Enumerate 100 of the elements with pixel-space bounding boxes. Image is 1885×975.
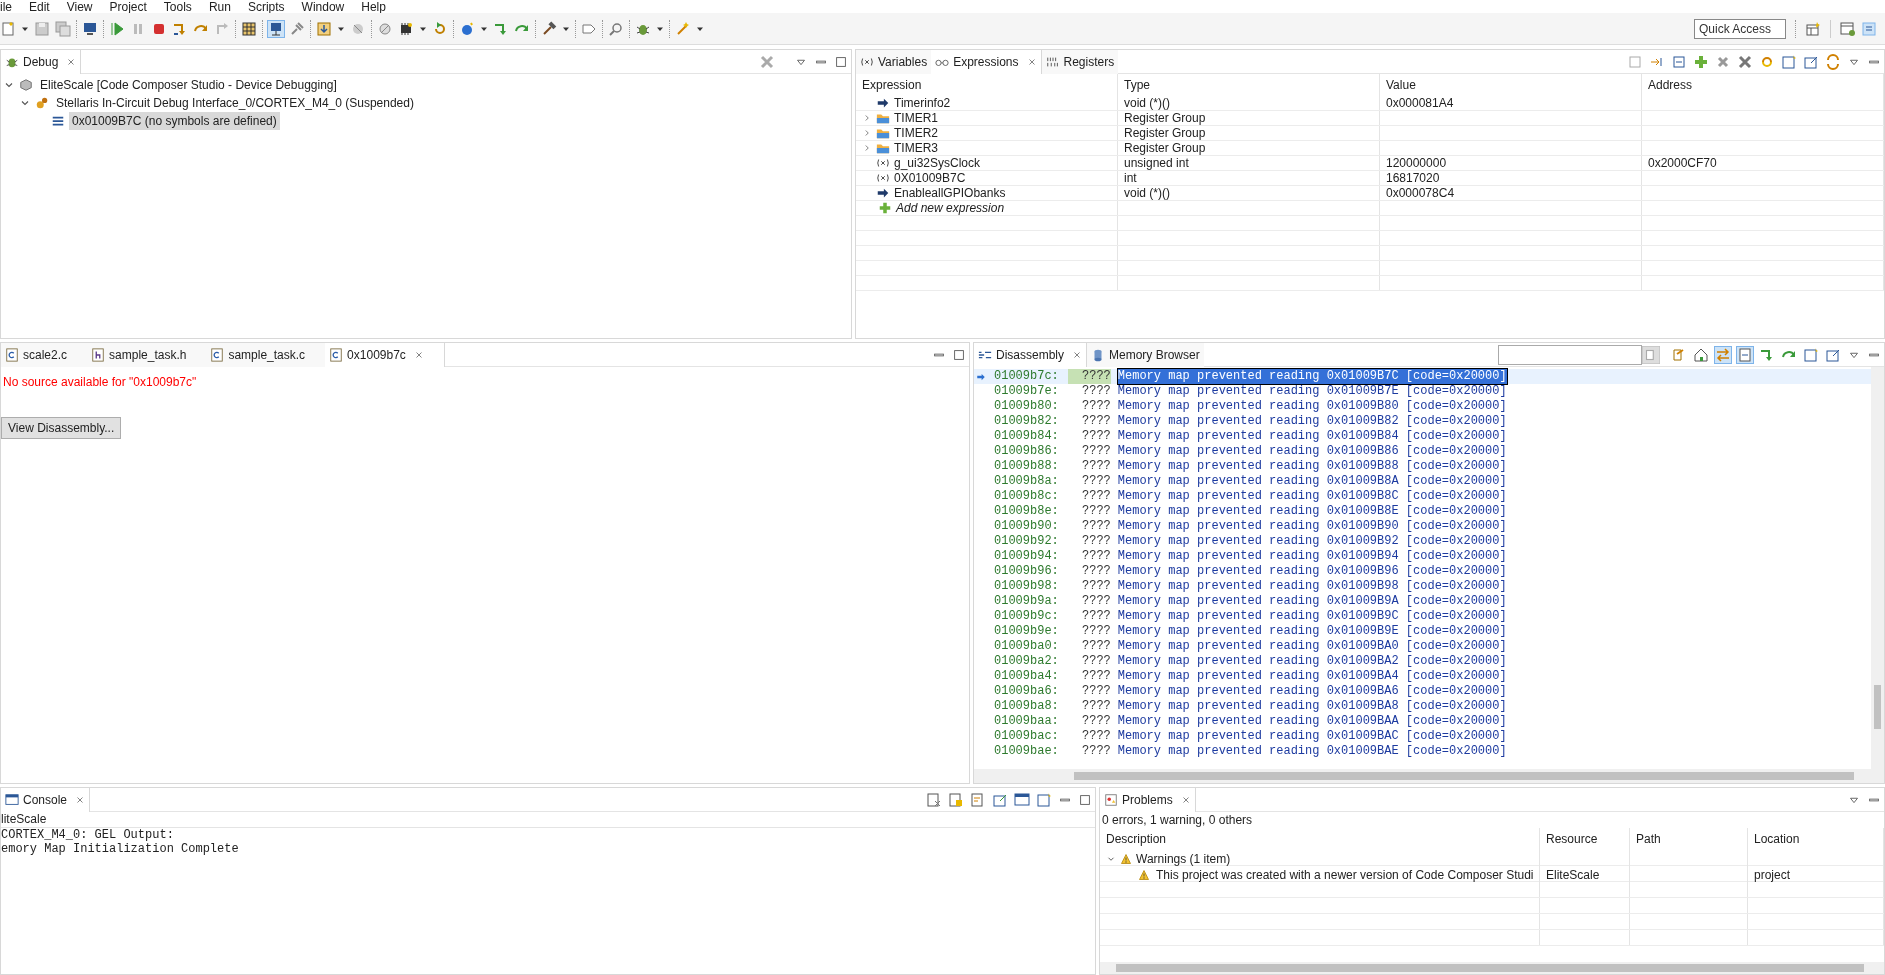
connect-icon[interactable] (268, 20, 284, 37)
column-header[interactable]: Resource (1540, 828, 1630, 850)
menu-item[interactable]: Project (109, 1, 147, 13)
scroll-lock-icon[interactable] (948, 791, 964, 808)
new-console-icon[interactable] (1036, 791, 1052, 808)
vertical-scrollbar[interactable] (1871, 367, 1884, 769)
close-icon[interactable] (1180, 794, 1191, 805)
remove-all-icon[interactable] (1737, 53, 1753, 70)
home-icon[interactable] (1693, 346, 1709, 363)
add-icon[interactable] (1693, 53, 1709, 70)
disassembly-line: Memory map prevented reading 0x01009B94 [code=0x20000] (1117, 549, 1507, 564)
address-label: 01009b8e: (994, 504, 1060, 519)
view-tab[interactable]: Disassembly (974, 343, 1087, 367)
word-wrap-icon[interactable] (970, 791, 986, 808)
sync-icon[interactable] (1825, 53, 1841, 70)
disassembly-line: Memory map prevented reading 0x01009B80 [code=0x20000] (1117, 399, 1507, 414)
grid-icon[interactable] (241, 20, 257, 37)
quick-access-field[interactable]: Quick Access (1694, 18, 1786, 39)
opcode: ???? (1081, 744, 1111, 759)
disassembly-line: Memory map prevented reading 0x01009B96 [code=0x20000] (1117, 564, 1507, 579)
disassembly-line: Memory map prevented reading 0x01009B7E [code=0x20000] (1117, 384, 1507, 399)
column-header[interactable]: Description (1100, 828, 1540, 850)
clear-icon[interactable] (926, 791, 942, 808)
table-cell: 0X01009B7C (894, 171, 966, 185)
new-window-icon[interactable] (1803, 346, 1819, 363)
menu-item[interactable]: Help (361, 1, 386, 13)
resume-icon[interactable] (109, 20, 125, 37)
remove-all-icon[interactable] (759, 53, 775, 70)
disassembly-line: Memory map prevented reading 0x01009B8C [code=0x20000] (1117, 489, 1507, 504)
view-tab[interactable]: Memory Browser (1087, 343, 1204, 367)
view-disassembly-button[interactable]: View Disassembly... (1, 417, 122, 439)
column-header[interactable]: Path (1630, 828, 1748, 850)
address-label: 01009ba8: (994, 699, 1060, 714)
add-expression-item[interactable]: Add new expression (896, 201, 1005, 215)
maximize-icon[interactable] (1078, 792, 1092, 807)
view-tab[interactable]: Expressions (931, 50, 1042, 74)
ball-icon[interactable] (459, 20, 475, 37)
tree-item[interactable]: 0x01009B7C (no symbols are defined) (69, 112, 280, 130)
disassembly-line: Memory map prevented reading 0x01009BA2 [code=0x20000] (1117, 654, 1507, 669)
address-label: 01009ba6: (994, 684, 1060, 699)
menu-item[interactable]: ile (0, 1, 12, 13)
address-field[interactable] (1498, 344, 1642, 365)
tree-item[interactable]: EliteScale [Code Composer Studio - Device Debugging] (37, 76, 340, 94)
maximize-icon[interactable] (834, 54, 848, 69)
disassembly-line: Memory map prevented reading 0x01009BAC [code=0x20000] (1117, 729, 1507, 744)
view-tab[interactable]: Problems (1100, 788, 1196, 812)
magnifier-icon[interactable] (608, 20, 624, 37)
view-tab[interactable]: Console (1, 788, 91, 812)
load-icon[interactable] (316, 20, 332, 37)
close-icon[interactable] (1072, 349, 1082, 360)
view-tab[interactable]: Debug (1, 50, 82, 74)
view-tab[interactable]: scale2.c (1, 343, 88, 367)
maximize-icon[interactable] (952, 347, 966, 362)
tree-item[interactable]: Warnings (1 item) (1136, 850, 1231, 868)
opcode: ???? (1081, 714, 1111, 729)
save-icon[interactable] (34, 20, 50, 37)
chip-icon[interactable] (398, 20, 414, 37)
menu-item[interactable]: Window (301, 1, 345, 13)
view-tab[interactable]: Registers (1041, 50, 1119, 74)
column-header[interactable]: Expression (856, 74, 1118, 96)
edit-perspective-icon[interactable] (1861, 20, 1877, 37)
menu-item[interactable]: View (66, 1, 93, 13)
save-all-icon[interactable] (55, 20, 71, 37)
collapse-all-icon[interactable] (1671, 53, 1687, 70)
column-header[interactable]: Value (1380, 74, 1642, 96)
view-tab[interactable]: 0x1009b7c (325, 343, 445, 367)
menu-item[interactable]: Edit (29, 1, 50, 13)
wand-icon[interactable] (675, 20, 691, 37)
restart-icon[interactable] (432, 20, 448, 37)
new-file-icon[interactable] (0, 20, 16, 37)
column-header[interactable]: Address (1642, 74, 1884, 96)
hammer-icon[interactable] (541, 20, 557, 37)
swap-icon[interactable] (1715, 346, 1731, 363)
menu-item[interactable]: Tools (163, 1, 192, 13)
breakpoint-off-icon[interactable] (377, 20, 393, 37)
debug-perspective-icon[interactable] (1840, 20, 1856, 37)
close-icon[interactable] (75, 794, 86, 805)
display-console-icon[interactable] (1014, 791, 1030, 808)
close-icon[interactable] (66, 56, 77, 67)
address-label: 01009b88: (994, 459, 1060, 474)
address-label: 01009b8a: (994, 474, 1060, 489)
disassembly-line: Memory map prevented reading 0x01009B92 [code=0x20000] (1117, 534, 1507, 549)
column-header[interactable]: Location (1748, 828, 1884, 850)
menu-item[interactable]: Run (208, 1, 231, 13)
close-icon[interactable] (413, 349, 424, 360)
menu-item[interactable]: Scripts (247, 1, 285, 13)
column-header[interactable]: Type (1118, 74, 1380, 96)
horizontal-scrollbar[interactable] (1100, 962, 1884, 974)
tree-item[interactable]: Stellaris In-Circuit Debug Interface_0/CORTEX_M4_0 (Suspended) (53, 94, 417, 112)
view-tab[interactable]: sample_task.h (87, 343, 207, 367)
new-window-icon[interactable] (1781, 53, 1797, 70)
address-label: 01009ba4: (994, 669, 1060, 684)
c-file-icon (210, 347, 225, 362)
horizontal-scrollbar[interactable] (974, 769, 1884, 783)
address-label: 01009b98: (994, 579, 1060, 594)
view-tab[interactable]: Variables (856, 50, 932, 74)
close-icon[interactable] (1026, 56, 1037, 67)
monitor-icon[interactable] (82, 20, 98, 37)
view-tab[interactable]: sample_task.c (206, 343, 326, 367)
perspective-icon[interactable] (1805, 20, 1821, 37)
